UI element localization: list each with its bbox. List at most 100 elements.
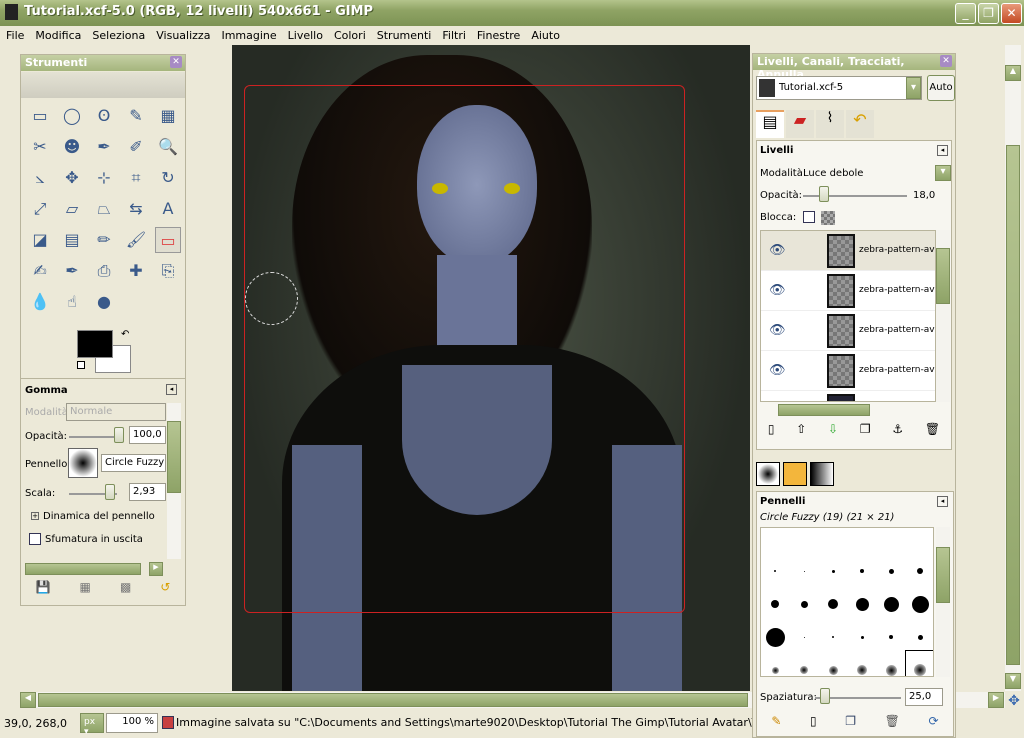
layer-row[interactable]: 👁 zebra-pattern-ava [761, 231, 935, 271]
align-tool-icon[interactable]: ⊹ [91, 165, 117, 191]
brush-swatch[interactable] [828, 599, 838, 609]
pencil-tool-icon[interactable]: ✏ [91, 227, 117, 253]
menu-visualizza[interactable]: Visualizza [156, 26, 216, 45]
image-select[interactable]: Tutorial.xcf-5 [756, 76, 922, 100]
brush-preview[interactable] [68, 448, 98, 478]
brush-swatch[interactable] [855, 597, 869, 611]
brush-swatch[interactable] [885, 664, 897, 676]
crop-tool-icon[interactable]: ⌗ [123, 165, 149, 191]
color-select-tool-icon[interactable]: ▦ [155, 103, 181, 129]
layers-hscroll[interactable] [778, 404, 870, 416]
opacity-input[interactable]: 100,0 [129, 426, 166, 444]
duplicate-brush-icon[interactable]: ❐ [845, 714, 856, 728]
perspective-clone-tool-icon[interactable]: ⎘ [155, 258, 181, 284]
layer-opacity-value[interactable]: 18,0 [913, 190, 935, 201]
fuzzy-select-tool-icon[interactable]: ✎ [123, 103, 149, 129]
layer-mode-value[interactable]: Luce debole [803, 168, 863, 179]
dock-close-button[interactable]: ✕ [940, 55, 952, 67]
brush-swatch[interactable] [917, 634, 923, 640]
scroll-left-button[interactable]: ◀ [20, 692, 36, 708]
brush-swatch[interactable] [883, 596, 899, 612]
eye-icon[interactable]: 👁 [769, 243, 786, 258]
save-options-icon[interactable]: 💾 [36, 580, 51, 594]
ellipse-select-tool-icon[interactable]: ◯ [59, 103, 85, 129]
eraser-tool-icon[interactable]: ▭ [155, 227, 181, 253]
delete-layer-icon[interactable]: 🗑 [925, 422, 940, 436]
brush-swatch[interactable] [800, 600, 808, 608]
foreground-select-tool-icon[interactable]: ☻ [59, 134, 85, 160]
new-brush-icon[interactable]: ▯ [810, 714, 817, 728]
swap-colors-icon[interactable]: ↶ [121, 329, 129, 340]
minimize-button[interactable]: _ [955, 3, 976, 24]
layer-mode-arrow[interactable]: ▾ [935, 165, 951, 181]
auto-button[interactable]: Auto [927, 75, 955, 101]
mode-select[interactable]: Normale [66, 403, 166, 421]
spacing-knob[interactable] [820, 688, 830, 704]
menu-strumenti[interactable]: Strumenti [377, 26, 438, 45]
options-hscroll[interactable] [25, 563, 141, 575]
menu-aiuto[interactable]: Aiuto [531, 26, 566, 45]
default-colors-icon[interactable] [77, 361, 85, 369]
image-select-arrow[interactable]: ▾ [906, 77, 921, 99]
delete-brush-icon[interactable]: 🗑 [885, 714, 900, 728]
tab-brushes[interactable] [756, 462, 780, 486]
lower-layer-icon[interactable]: ⇩ [828, 422, 838, 436]
paths-tool-icon[interactable]: ✒ [91, 134, 117, 160]
brush-swatch[interactable] [800, 666, 808, 674]
brush-swatch[interactable] [917, 568, 923, 574]
brushes-tab-menu-icon[interactable]: ◂ [937, 496, 948, 507]
eye-icon[interactable]: 👁 [769, 283, 786, 298]
brush-swatch[interactable] [774, 570, 776, 572]
shear-tool-icon[interactable]: ▱ [59, 196, 85, 222]
dodge-burn-tool-icon[interactable]: ● [91, 289, 117, 315]
paintbrush-tool-icon[interactable]: 🖌 [123, 227, 149, 253]
free-select-tool-icon[interactable]: ʘ [91, 103, 117, 129]
tab-menu-icon[interactable]: ◂ [166, 384, 177, 395]
menu-finestre[interactable]: Finestre [477, 26, 526, 45]
tab-layers[interactable]: ▤ [756, 110, 784, 138]
rect-select-tool-icon[interactable]: ▭ [27, 103, 53, 129]
navigate-icon[interactable]: ✥ [1006, 693, 1022, 709]
hscroll-thumb[interactable] [38, 693, 748, 707]
brush-dynamics-expander[interactable]: Dinamica del pennello [43, 511, 155, 522]
lock-alpha-checkbox[interactable] [821, 211, 835, 225]
brush-swatch[interactable] [857, 665, 867, 675]
tab-patterns[interactable] [783, 462, 807, 486]
menu-seleziona[interactable]: Seleziona [92, 26, 151, 45]
brush-name[interactable]: Circle Fuzzy (19) [101, 454, 166, 472]
restore-options-icon[interactable]: ▦ [80, 580, 91, 594]
options-scroll-right[interactable]: ▶ [149, 562, 163, 576]
lock-pixels-checkbox[interactable] [803, 211, 815, 223]
unit-select[interactable]: px ▾ [80, 713, 104, 737]
scroll-up-button[interactable]: ▲ [1005, 65, 1021, 81]
tab-channels[interactable]: ▰ [786, 110, 814, 138]
text-tool-icon[interactable]: A [155, 196, 181, 222]
vertical-scrollbar[interactable]: ▲ ▼ [1005, 45, 1021, 691]
menu-file[interactable]: File [6, 26, 30, 45]
brush-swatch[interactable] [765, 627, 785, 647]
menu-filtri[interactable]: Filtri [442, 26, 472, 45]
rotate-tool-icon[interactable]: ↻ [155, 165, 181, 191]
perspective-tool-icon[interactable]: ⏢ [91, 196, 117, 222]
refresh-brushes-icon[interactable]: ⟳ [929, 714, 939, 728]
scale-knob[interactable] [105, 484, 115, 500]
toolbox-close-button[interactable]: ✕ [170, 56, 182, 68]
anchor-layer-icon[interactable]: ⚓ [892, 422, 903, 436]
scroll-down-button[interactable]: ▼ [1005, 673, 1021, 689]
move-tool-icon[interactable]: ✥ [59, 165, 85, 191]
delete-options-icon[interactable]: ▩ [120, 580, 131, 594]
brush-swatch[interactable] [911, 595, 929, 613]
menu-immagine[interactable]: Immagine [221, 26, 282, 45]
brush-swatch[interactable] [828, 665, 838, 675]
foreground-color[interactable] [77, 330, 113, 358]
brush-swatch[interactable] [832, 636, 834, 638]
duplicate-layer-icon[interactable]: ❐ [860, 422, 871, 436]
brush-swatch[interactable] [803, 570, 805, 572]
opacity-knob[interactable] [114, 427, 124, 443]
flip-tool-icon[interactable]: ⇆ [123, 196, 149, 222]
ink-tool-icon[interactable]: ✒ [59, 258, 85, 284]
scissors-tool-icon[interactable]: ✂ [27, 134, 53, 160]
scroll-right-button[interactable]: ▶ [988, 692, 1004, 708]
brush-swatch[interactable] [771, 666, 779, 674]
brush-swatch[interactable] [860, 635, 864, 639]
